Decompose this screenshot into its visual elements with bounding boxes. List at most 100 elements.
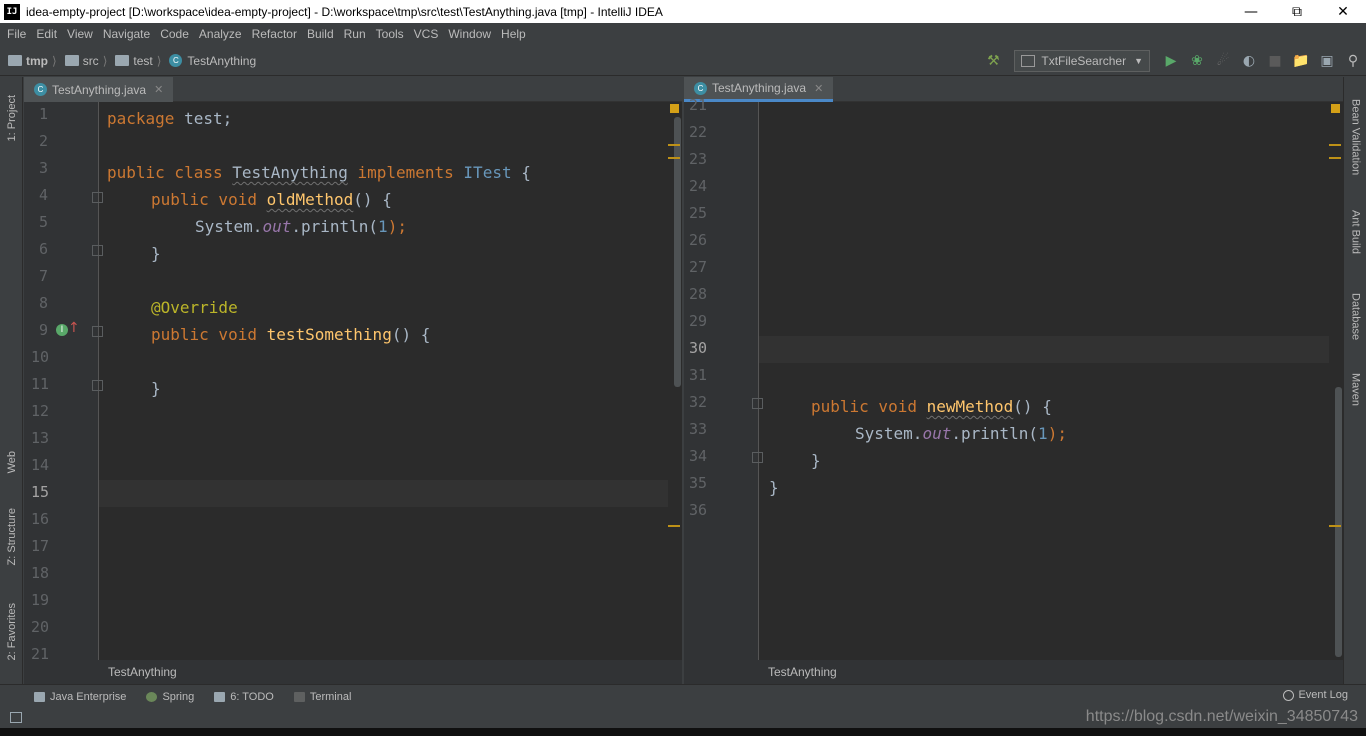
menu-file[interactable]: File [2, 27, 31, 41]
fold-marker-icon[interactable] [92, 192, 103, 203]
menu-edit[interactable]: Edit [31, 27, 62, 41]
code-token: oldMethod [266, 190, 354, 209]
tool-tab-ant-build[interactable]: Ant Build [1344, 202, 1366, 262]
code-area-left[interactable]: package test; public class TestAnything … [107, 102, 667, 660]
fold-marker-icon[interactable] [92, 326, 103, 337]
line-number: 19 [31, 591, 50, 609]
menu-navigate[interactable]: Navigate [98, 27, 155, 41]
menu-build[interactable]: Build [302, 27, 339, 41]
menu-window[interactable]: Window [443, 27, 496, 41]
line-number: 14 [31, 456, 50, 474]
warning-indicator-icon[interactable] [670, 104, 679, 113]
menu-view[interactable]: View [62, 27, 98, 41]
menu-vcs[interactable]: VCS [409, 27, 444, 41]
error-stripe-mark[interactable] [668, 525, 680, 527]
profile-icon[interactable]: ◐ [1236, 50, 1262, 72]
tool-tab-structure[interactable]: Z: Structure [0, 497, 23, 577]
fold-marker-icon[interactable] [752, 452, 763, 463]
right-editor-scrollbar[interactable] [1329, 102, 1343, 660]
close-icon[interactable]: ✕ [154, 83, 163, 96]
line-number: 20 [31, 618, 50, 636]
close-icon[interactable]: ✕ [814, 82, 823, 95]
tool-tab-favorites[interactable]: 2: Favorites [0, 592, 23, 672]
breadcrumb-tmp[interactable]: tmp ⟩ [8, 54, 57, 68]
left-editor: C TestAnything.java ✕ 1 2 3 4 5 6 7 8 9 … [24, 77, 682, 663]
error-stripe-mark[interactable] [1329, 157, 1341, 159]
fold-marker-icon[interactable] [92, 245, 103, 256]
line-number: 2 [39, 132, 49, 150]
tool-tab-web[interactable]: Web [0, 437, 23, 487]
tool-windows-toggle-icon[interactable] [10, 712, 22, 723]
code-token: public void [811, 397, 927, 416]
menu-analyze[interactable]: Analyze [194, 27, 247, 41]
menu-refactor[interactable]: Refactor [247, 27, 302, 41]
breadcrumb-testanything[interactable]: C TestAnything [169, 54, 256, 68]
breadcrumb-test[interactable]: test ⟩ [115, 54, 161, 68]
restore-button[interactable]: ⧉ [1274, 0, 1320, 23]
event-log-button[interactable]: Event Log [1283, 689, 1348, 701]
menu-help[interactable]: Help [496, 27, 531, 41]
tool-tab-spring[interactable]: Spring [146, 691, 194, 703]
code-line-32: public void newMethod() { [811, 393, 1052, 420]
editor-tab-testanything[interactable]: C TestAnything.java ✕ [24, 77, 174, 102]
debug-icon[interactable]: ❀ [1184, 50, 1210, 72]
line-number: 21 [689, 96, 708, 114]
fold-marker-icon[interactable] [752, 398, 763, 409]
code-token: 1 [1038, 424, 1048, 443]
tool-tab-bean-validation[interactable]: Bean Validation [1344, 87, 1366, 187]
tool-tab-maven[interactable]: Maven [1344, 365, 1366, 415]
project-structure-icon[interactable]: 📁 [1288, 50, 1314, 72]
breadcrumb-separator: ⟩ [52, 53, 57, 68]
code-token: System. [855, 424, 923, 443]
override-gutter-icon[interactable]: I [56, 324, 68, 336]
right-editor-tab-row: C TestAnything.java ✕ [684, 77, 1343, 102]
search-icon[interactable]: ⚲ [1340, 50, 1366, 72]
warning-indicator-icon[interactable] [1331, 104, 1340, 113]
code-token: newMethod [926, 397, 1014, 416]
scroll-thumb[interactable] [1335, 387, 1342, 657]
error-stripe-mark[interactable] [1329, 144, 1341, 146]
tool-tab-label: Bean Validation [1349, 98, 1362, 176]
breadcrumb-src[interactable]: src ⟩ [64, 53, 107, 68]
error-stripe-mark[interactable] [668, 144, 680, 146]
menu-run[interactable]: Run [339, 27, 371, 41]
line-number: 36 [689, 501, 708, 519]
run-icon[interactable]: ▶ [1158, 50, 1184, 72]
line-number: 35 [689, 474, 708, 492]
error-stripe-mark[interactable] [1329, 525, 1341, 527]
tool-tab-terminal[interactable]: Terminal [293, 691, 351, 703]
code-area-right[interactable]: public void newMethod() { System.out.pri… [767, 102, 1327, 660]
layout-icon[interactable]: ▣ [1314, 50, 1340, 72]
menu-tools[interactable]: Tools [371, 27, 409, 41]
menu-code[interactable]: Code [155, 27, 194, 41]
build-hammer-icon[interactable]: ⚒ [980, 50, 1006, 72]
code-line-4: public void oldMethod() { [151, 186, 392, 213]
line-number: 23 [689, 150, 708, 168]
breadcrumb-separator: ⟩ [156, 53, 162, 68]
code-token: out [262, 217, 292, 236]
breadcrumb-label: src [82, 53, 99, 68]
tool-tab-database[interactable]: Database [1344, 282, 1366, 352]
line-number: 28 [689, 285, 708, 303]
code-token: public void [151, 190, 267, 209]
left-editor-scrollbar[interactable] [668, 102, 682, 660]
tool-tab-java-enterprise[interactable]: Java Enterprise [34, 691, 126, 703]
error-stripe-mark[interactable] [668, 157, 680, 159]
line-number: 7 [39, 267, 49, 285]
right-editor-breadcrumb[interactable]: TestAnything [684, 660, 1343, 684]
tool-tab-label: Spring [162, 690, 195, 703]
line-number: 8 [39, 294, 49, 312]
left-editor-breadcrumb[interactable]: TestAnything [24, 660, 682, 684]
tool-tab-project[interactable]: 1: Project [0, 83, 23, 153]
coverage-icon[interactable]: ☄ [1210, 50, 1236, 72]
folder-icon [115, 55, 130, 66]
fold-marker-icon[interactable] [92, 380, 103, 391]
run-configuration-dropdown[interactable]: TxtFileSearcher ▼ [1014, 50, 1150, 72]
close-window-button[interactable]: ✕ [1320, 0, 1366, 23]
minimize-button[interactable]: — [1228, 0, 1274, 23]
code-token: public void [151, 325, 267, 344]
stop-icon[interactable]: ■ [1262, 50, 1288, 72]
tool-tab-todo[interactable]: 6: TODO [214, 691, 274, 703]
watermark-text: https://blog.csdn.net/weixin_34850743 [1085, 708, 1358, 725]
breadcrumb-label: test [133, 53, 153, 68]
